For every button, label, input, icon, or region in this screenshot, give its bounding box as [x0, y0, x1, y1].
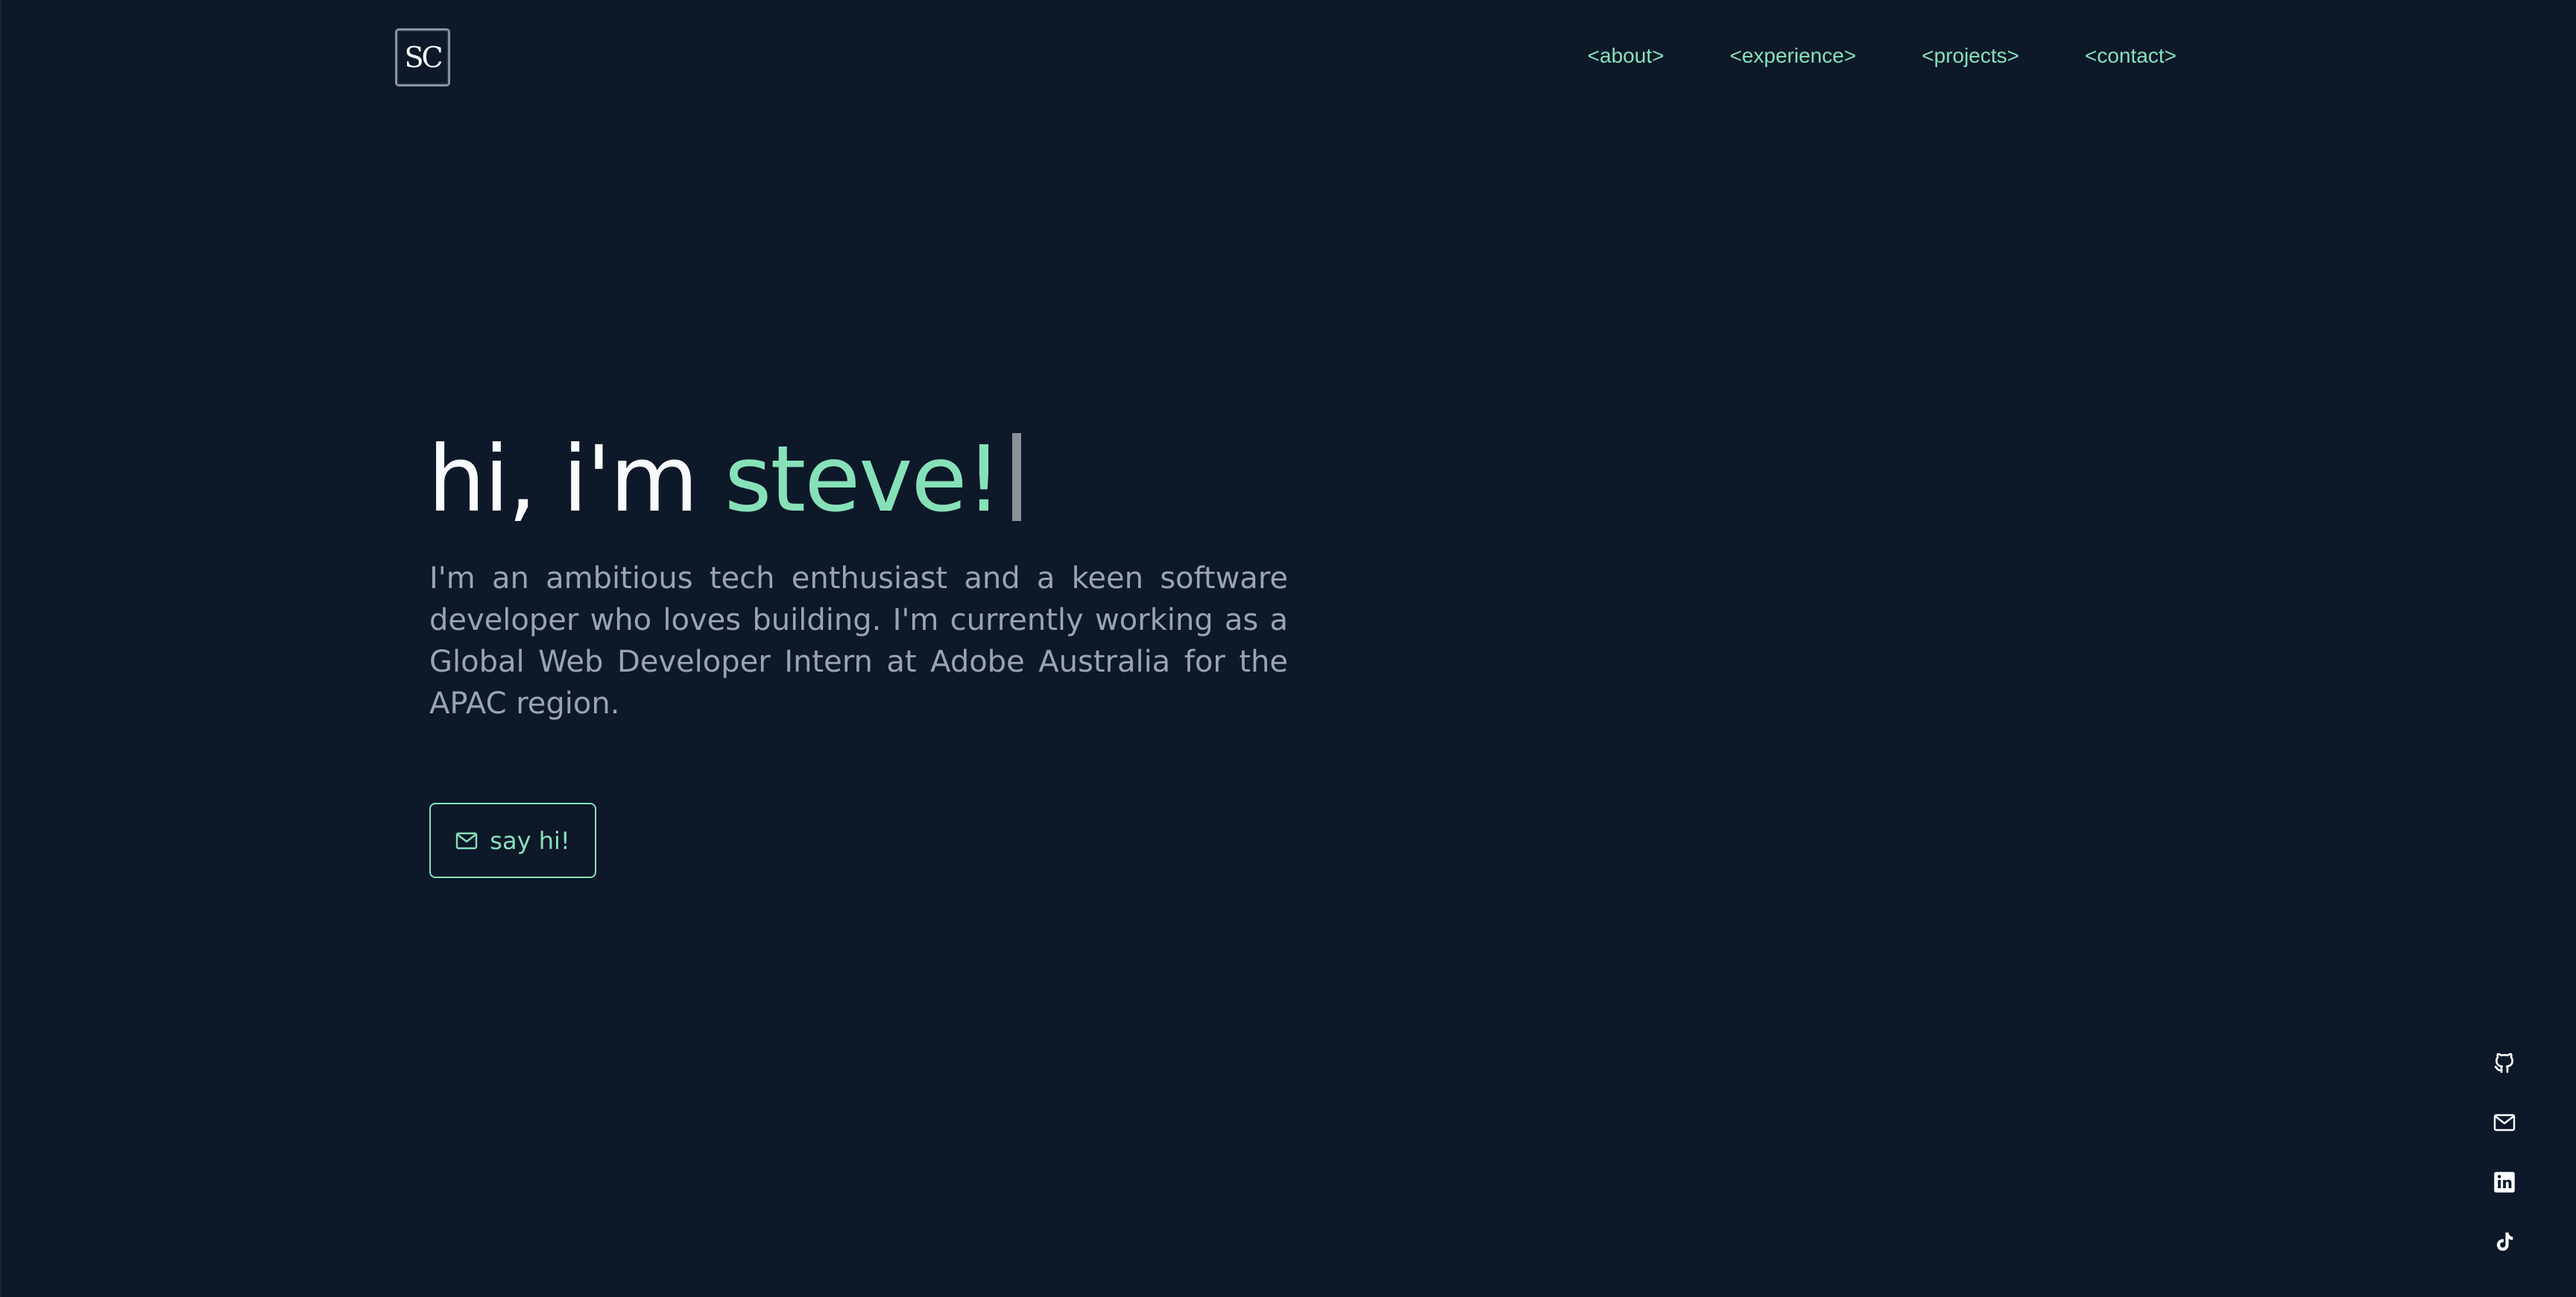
tiktok-link[interactable] [2490, 1227, 2519, 1257]
github-link[interactable] [2490, 1048, 2519, 1078]
page: SC <about> <experience> <projects> <cont… [0, 0, 2576, 1297]
hero-greeting: hi, i'm [428, 426, 724, 532]
github-icon [2493, 1051, 2516, 1075]
logo-text: SC [404, 41, 443, 74]
say-hi-button[interactable]: say hi! [429, 803, 596, 878]
linkedin-link[interactable] [2490, 1167, 2519, 1197]
tiktok-icon [2493, 1230, 2516, 1254]
hero-description: I'm an ambitious tech enthusiast and a k… [429, 561, 1288, 721]
say-hi-label: say hi! [490, 826, 570, 855]
logo[interactable]: SC [395, 28, 450, 86]
hero-name: steve! [724, 426, 1003, 532]
email-link[interactable] [2490, 1108, 2519, 1137]
mail-icon [455, 832, 478, 850]
typing-cursor [1012, 433, 1022, 521]
nav-projects[interactable]: <projects> [1922, 43, 2019, 69]
nav-experience[interactable]: <experience> [1730, 43, 1857, 69]
main-nav: <about> <experience> <projects> <contact… [1588, 43, 2176, 69]
nav-contact[interactable]: <contact> [2085, 43, 2176, 69]
left-edge-line [0, 0, 1, 1297]
mail-icon [2493, 1114, 2516, 1132]
hero-title: hi, i'm steve! [428, 425, 1022, 534]
social-links [2490, 1048, 2519, 1287]
linkedin-icon [2493, 1171, 2516, 1193]
nav-about[interactable]: <about> [1588, 43, 1664, 69]
